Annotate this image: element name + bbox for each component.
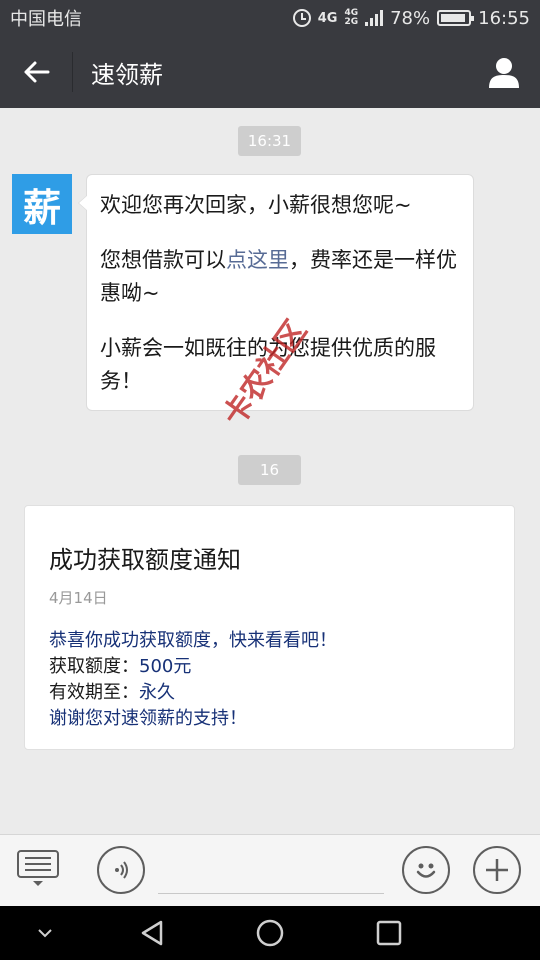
person-icon (489, 58, 519, 88)
card-line: 谢谢您对速领薪的支持！ (49, 708, 247, 729)
plus-icon (486, 859, 508, 881)
chat-area[interactable]: 16:31 薪 欢迎您再次回家，小薪很想您呢~ 您想借款可以点这里，费率还是一样… (0, 108, 540, 834)
signal-icon (365, 10, 384, 26)
input-bar (0, 834, 540, 906)
card-value: 500元 (139, 656, 192, 677)
carrier-name: 中国电信 (10, 9, 82, 30)
card-line: 恭喜你成功获取额度，快来看看吧！ (49, 630, 337, 651)
alarm-icon (292, 9, 311, 27)
card-value: 永久 (139, 682, 175, 703)
card-label: 有效期至： (49, 682, 139, 703)
nav-recents-button[interactable] (362, 906, 416, 960)
voice-icon (115, 861, 128, 879)
emoji-button[interactable] (402, 846, 450, 894)
battery-icon (437, 10, 475, 26)
message-line: 欢迎您再次回家，小薪很想您呢~ (100, 193, 412, 217)
nav-home-button[interactable] (243, 906, 297, 960)
chevron-down-icon (38, 929, 52, 938)
back-button[interactable] (0, 36, 72, 108)
system-nav-bar (0, 906, 540, 960)
circle-home-icon (256, 919, 284, 947)
message-input[interactable] (158, 893, 384, 894)
sender-avatar[interactable]: 薪 (12, 174, 72, 234)
smiley-icon (416, 863, 436, 878)
list-menu-icon (17, 850, 59, 886)
back-arrow-icon (24, 61, 50, 83)
message-line: 小薪会一如既往的为您提供优质的服务！ (100, 336, 436, 393)
notification-card[interactable]: 成功获取额度通知 4月14日 恭喜你成功获取额度，快来看看吧！ 获取额度：500… (24, 505, 515, 750)
message-bubble[interactable]: 欢迎您再次回家，小薪很想您呢~ 您想借款可以点这里，费率还是一样优惠呦~ 小薪会… (78, 174, 474, 411)
network-4g-label: 4G (317, 10, 338, 26)
hide-nav-button[interactable] (20, 906, 70, 960)
card-label: 获取额度： (49, 656, 139, 677)
title-bar: 速领薪 (0, 36, 540, 108)
voice-button[interactable] (97, 846, 145, 894)
add-button[interactable] (473, 846, 521, 894)
timestamp-badge: 16:31 (238, 126, 301, 156)
message-text: 您想借款可以 (100, 248, 226, 272)
triangle-back-icon (141, 920, 163, 946)
timestamp-badge: 16 (238, 455, 301, 485)
square-recents-icon (376, 920, 402, 946)
page-title: 速领薪 (91, 60, 163, 89)
card-title: 成功获取额度通知 (49, 546, 241, 574)
loan-link[interactable]: 点这里 (226, 248, 289, 272)
profile-button[interactable] (468, 36, 540, 108)
battery-percent: 78% (390, 7, 431, 29)
network-2g-label: 2G (344, 17, 359, 27)
message-line: 您想借款可以点这里，费率还是一样优惠呦~ (100, 244, 461, 310)
menu-button[interactable] (16, 849, 60, 887)
status-bar: 中国电信 4G 4G 2G 78% 16:55 (0, 0, 540, 36)
clock: 16:55 (478, 7, 530, 29)
card-body: 恭喜你成功获取额度，快来看看吧！ 获取额度：500元 有效期至：永久 谢谢您对速… (49, 628, 490, 732)
nav-back-button[interactable] (125, 906, 179, 960)
card-date: 4月14日 (49, 589, 108, 607)
